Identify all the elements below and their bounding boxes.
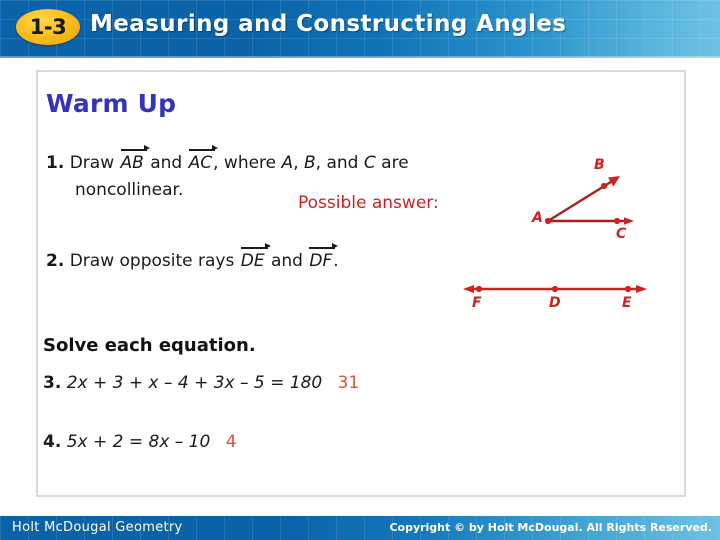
slide-canvas: 1-3 Measuring and Constructing Angles Wa… — [0, 0, 720, 540]
question-1-point-a: A — [281, 153, 294, 173]
point-d-dot — [551, 285, 559, 293]
slide-header: 1-3 Measuring and Constructing Angles — [0, 0, 720, 58]
line-left-arrowhead — [463, 285, 474, 293]
point-b-label: B — [594, 157, 605, 173]
ray-de-notation: DE — [240, 243, 271, 271]
point-a-label: A — [532, 210, 543, 226]
footer-copyright: Copyright © by Holt McDougal. All Rights… — [389, 521, 712, 534]
footer-book-title: Holt McDougal Geometry — [12, 520, 183, 535]
equation-4-row: 4. 5x + 2 = 8x – 10 4 — [43, 432, 237, 452]
question-1-conjunction: and — [150, 153, 183, 173]
angle-figure-svg — [544, 176, 634, 225]
ray-df-letters: DF — [309, 251, 333, 271]
equation-4-answer: 4 — [225, 432, 237, 452]
question-1-number: 1. — [46, 153, 65, 173]
point-c-label: C — [616, 226, 627, 242]
equation-4-expression: 5x + 2 = 8x – 10 — [66, 432, 211, 452]
line-right-arrowhead — [636, 285, 647, 293]
ray-ac-notation: AC — [188, 145, 219, 173]
warm-up-heading: Warm Up — [46, 89, 177, 118]
point-a-dot — [544, 217, 552, 225]
point-f-label: F — [472, 295, 482, 311]
question-2-line-1: 2. Draw opposite rays DE and DF. — [46, 243, 339, 271]
question-1-comma-1: , — [293, 153, 299, 173]
slide-footer: Holt McDougal Geometry Copyright © by Ho… — [0, 516, 720, 540]
angle-figure: B A C — [520, 150, 655, 250]
point-f-dot — [475, 285, 483, 293]
point-d-label: D — [549, 295, 561, 311]
equation-3-number: 3. — [43, 373, 62, 393]
equation-3-row: 3. 2x + 3 + x – 4 + 3x – 5 = 180 31 — [43, 373, 359, 393]
point-e-dot — [624, 285, 632, 293]
equation-3-expression: 2x + 3 + x – 4 + 3x – 5 = 180 — [66, 373, 323, 393]
point-c-dot — [613, 217, 621, 225]
ray-ac-letters: AC — [188, 153, 213, 173]
ray-de-letters: DE — [240, 251, 265, 271]
possible-answer-label: Possible answer: — [298, 193, 439, 213]
equation-4-number: 4. — [43, 432, 62, 452]
question-1-point-c: C — [363, 153, 376, 173]
question-1-text-before: Draw — [69, 153, 115, 173]
question-1-line-1: 1. Draw AB and AC, where A, B, and C are — [46, 145, 409, 173]
ray-ac-arrowhead — [624, 217, 634, 225]
question-2-conjunction: and — [270, 251, 303, 271]
solve-each-equation-heading: Solve each equation. — [43, 335, 256, 356]
question-1-comma-2: , and — [315, 153, 359, 173]
question-1-point-b: B — [304, 153, 316, 173]
page-title: Measuring and Constructing Angles — [90, 11, 567, 37]
question-2-number: 2. — [46, 251, 65, 271]
question-1-text-after: , where — [213, 153, 277, 173]
header-underline — [0, 56, 720, 58]
point-b-dot — [600, 182, 608, 190]
question-1-line-2: noncollinear. — [75, 180, 184, 200]
ray-ab-notation: AB — [120, 145, 150, 173]
ray-df-notation: DF — [309, 243, 339, 271]
equation-3-answer: 31 — [337, 373, 360, 393]
question-1-text-end: are — [381, 153, 409, 173]
lesson-number-label: 1-3 — [29, 14, 67, 39]
question-2-text-after: . — [333, 251, 339, 271]
ray-ab-letters: AB — [120, 153, 144, 173]
line-figure: F D E — [455, 276, 655, 316]
question-2-text-before: Draw opposite rays — [69, 251, 235, 271]
lesson-number-badge: 1-3 — [16, 9, 80, 45]
point-e-label: E — [622, 295, 632, 311]
